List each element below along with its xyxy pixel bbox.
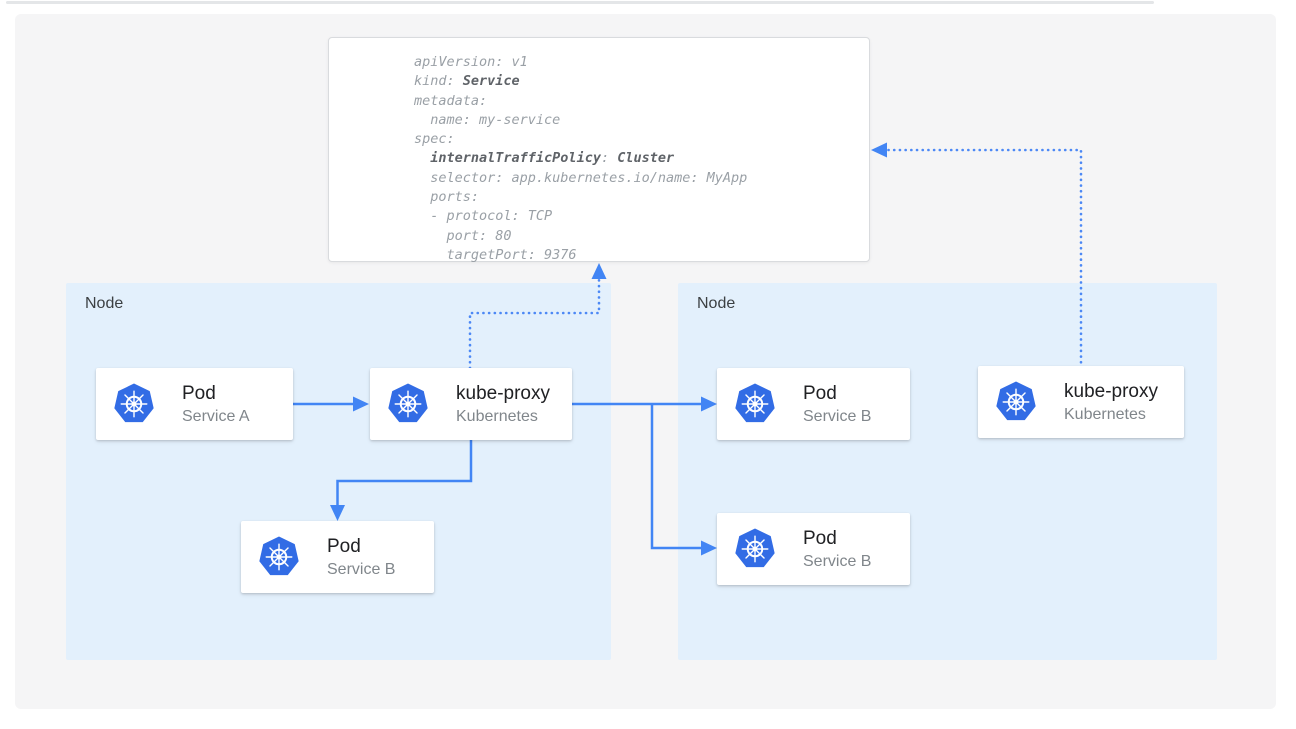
node-box-left: Node xyxy=(66,283,611,660)
yaml-line: targetPort: 9376 xyxy=(414,246,859,265)
yaml-seg: ports: xyxy=(414,189,479,205)
yaml-line: kind: Service xyxy=(414,72,859,91)
kube-proxy-card-right: kube-proxy Kubernetes xyxy=(978,366,1184,438)
top-divider xyxy=(6,1,1154,4)
yaml-line: spec: xyxy=(414,130,859,149)
yaml-seg: apiVersion: v1 xyxy=(414,54,528,70)
yaml-seg: port: 80 xyxy=(414,228,512,244)
card-subtitle: Service B xyxy=(803,406,871,427)
kubernetes-wheel-icon xyxy=(256,535,302,579)
kubernetes-wheel-icon xyxy=(732,527,778,571)
kube-proxy-card-left: kube-proxy Kubernetes xyxy=(370,368,572,440)
yaml-seg: : xyxy=(601,150,617,166)
yaml-line: - protocol: TCP xyxy=(414,207,859,226)
yaml-seg: Service xyxy=(463,73,520,89)
card-subtitle: Kubernetes xyxy=(456,406,550,427)
yaml-seg: - protocol: TCP xyxy=(414,208,552,224)
pod-card-service-b-bottom-right: Pod Service B xyxy=(717,513,910,585)
card-title: Pod xyxy=(327,535,395,559)
yaml-line: metadata: xyxy=(414,92,859,111)
node-label: Node xyxy=(85,295,123,313)
yaml-line: apiVersion: v1 xyxy=(414,53,859,72)
yaml-line: port: 80 xyxy=(414,227,859,246)
yaml-seg: internalTrafficPolicy xyxy=(430,150,601,166)
kubernetes-wheel-icon xyxy=(732,382,778,426)
yaml-seg: kind: xyxy=(414,73,463,89)
kubernetes-wheel-icon xyxy=(385,382,431,426)
card-title: kube-proxy xyxy=(1064,380,1158,404)
page-background: Node Node apiVersion: xyxy=(0,0,1296,729)
yaml-line: selector: app.kubernetes.io/name: MyApp xyxy=(414,169,859,188)
node-box-right: Node xyxy=(678,283,1217,660)
card-subtitle: Service A xyxy=(182,406,250,427)
service-yaml-card: apiVersion: v1 kind: Service metadata: n… xyxy=(328,37,870,262)
yaml-seg: name: my-service xyxy=(414,112,560,128)
yaml-seg: spec: xyxy=(414,131,455,147)
yaml-seg: selector: app.kubernetes.io/name: MyApp xyxy=(414,170,747,186)
card-title: Pod xyxy=(803,382,871,406)
card-subtitle: Service B xyxy=(327,559,395,580)
yaml-seg xyxy=(414,150,430,166)
pod-card-service-a: Pod Service A xyxy=(96,368,293,440)
card-subtitle: Kubernetes xyxy=(1064,404,1158,425)
yaml-seg: targetPort: 9376 xyxy=(414,247,577,263)
card-title: Pod xyxy=(803,527,871,551)
node-label: Node xyxy=(697,295,735,313)
pod-card-service-b-left: Pod Service B xyxy=(241,521,434,593)
yaml-line: name: my-service xyxy=(414,111,859,130)
yaml-seg: Cluster xyxy=(617,150,674,166)
card-title: kube-proxy xyxy=(456,382,550,406)
yaml-seg: metadata: xyxy=(414,93,487,109)
kubernetes-wheel-icon xyxy=(111,382,157,426)
yaml-line: internalTrafficPolicy: Cluster xyxy=(414,149,859,168)
yaml-line: ports: xyxy=(414,188,859,207)
card-title: Pod xyxy=(182,382,250,406)
pod-card-service-b-top-right: Pod Service B xyxy=(717,368,910,440)
card-subtitle: Service B xyxy=(803,551,871,572)
kubernetes-wheel-icon xyxy=(993,380,1039,424)
